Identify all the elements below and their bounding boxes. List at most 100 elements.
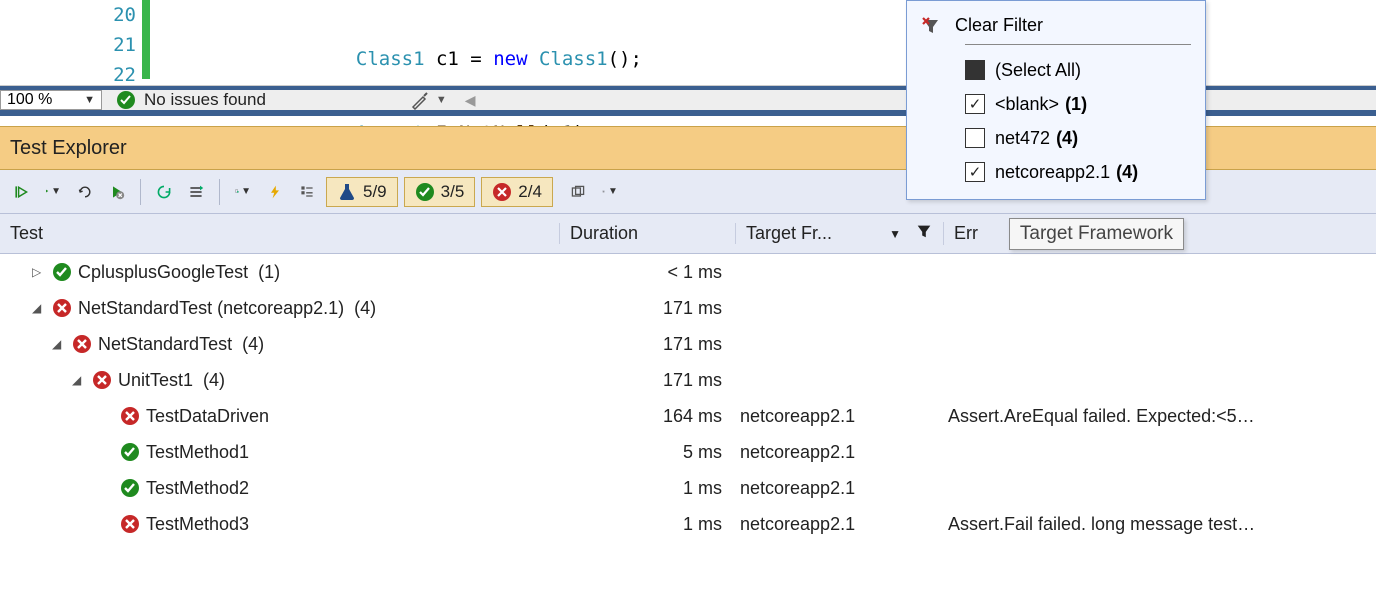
test-name-cell[interactable]: ◢NetStandardTest(4) bbox=[0, 334, 560, 355]
cleanup-button[interactable]: ▼ ◀ bbox=[400, 90, 486, 110]
test-count: (1) bbox=[258, 262, 280, 283]
clear-filter-icon bbox=[921, 16, 941, 36]
test-name: UnitTest1 bbox=[118, 370, 193, 391]
refresh-button[interactable] bbox=[151, 177, 177, 207]
check-circle-icon bbox=[120, 478, 140, 498]
line-gutter: 20 21 22 bbox=[0, 0, 150, 85]
check-circle-icon bbox=[415, 182, 435, 202]
clear-filter-button[interactable]: Clear Filter bbox=[921, 11, 1191, 44]
scroll-left-icon[interactable]: ◀ bbox=[465, 92, 476, 109]
test-name-cell[interactable]: ▷CplusplusGoogleTest(1) bbox=[0, 262, 560, 283]
separator bbox=[140, 179, 141, 205]
column-header-framework[interactable]: Target Fr... ▼ bbox=[736, 222, 944, 245]
test-duration: 171 ms bbox=[560, 334, 736, 355]
filter-opt-count: (1) bbox=[1065, 94, 1087, 115]
test-name: TestMethod3 bbox=[146, 514, 249, 535]
test-duration: 164 ms bbox=[560, 406, 736, 427]
test-duration: 1 ms bbox=[560, 478, 736, 499]
code-line[interactable]: Class1 c1 = new Class1(); bbox=[150, 44, 642, 74]
run-all-button[interactable] bbox=[8, 177, 34, 207]
test-row[interactable]: ▷CplusplusGoogleTest(1)< 1 ms bbox=[0, 254, 1376, 290]
check-circle-icon bbox=[52, 262, 72, 282]
expander-icon[interactable]: ◢ bbox=[52, 337, 66, 351]
debug-lightning-button[interactable] bbox=[262, 177, 288, 207]
test-row[interactable]: TestMethod31 msnetcoreapp2.1Assert.Fail … bbox=[0, 506, 1376, 542]
test-tree[interactable]: ▷CplusplusGoogleTest(1)< 1 ms◢NetStandar… bbox=[0, 254, 1376, 589]
test-error: Assert.AreEqual failed. Expected:<5… bbox=[944, 406, 1376, 427]
cancel-button[interactable] bbox=[104, 177, 130, 207]
summary-pass-pill[interactable]: 3/5 bbox=[404, 177, 476, 207]
test-name-cell[interactable]: TestDataDriven bbox=[0, 406, 560, 427]
filter-opt-label: netcoreapp2.1 bbox=[995, 162, 1110, 183]
checkbox-icon[interactable] bbox=[965, 94, 985, 114]
chevron-down-icon: ▼ bbox=[84, 94, 95, 106]
expander-icon[interactable]: ◢ bbox=[32, 301, 46, 315]
tooltip: Target Framework bbox=[1009, 218, 1184, 250]
test-duration: 1 ms bbox=[560, 514, 736, 535]
test-row[interactable]: TestMethod15 msnetcoreapp2.1 bbox=[0, 434, 1376, 470]
x-circle-icon bbox=[72, 334, 92, 354]
summary-total-pill[interactable]: 5/9 bbox=[326, 177, 398, 207]
windows-button[interactable] bbox=[565, 177, 591, 207]
test-duration: 171 ms bbox=[560, 370, 736, 391]
test-row[interactable]: TestDataDriven 164 msnetcoreapp2.1Assert.… bbox=[0, 398, 1376, 434]
summary-total-text: 5/9 bbox=[363, 182, 387, 202]
test-framework: netcoreapp2.1 bbox=[736, 478, 944, 499]
checkbox-icon[interactable] bbox=[965, 60, 985, 80]
chevron-down-icon[interactable]: ▼ bbox=[889, 227, 901, 241]
filter-opt-count: (4) bbox=[1116, 162, 1138, 183]
checkbox-icon[interactable] bbox=[965, 128, 985, 148]
column-header-duration[interactable]: Duration bbox=[560, 223, 736, 244]
zoom-select[interactable]: 100 % ▼ bbox=[0, 90, 102, 110]
x-circle-icon bbox=[52, 298, 72, 318]
filter-opt-label: net472 bbox=[995, 128, 1050, 149]
run-button[interactable]: ▼ bbox=[40, 177, 66, 207]
zoom-value: 100 % bbox=[7, 91, 52, 109]
filter-opt-netcore[interactable]: netcoreapp2.1 (4) bbox=[965, 155, 1191, 189]
profile-button[interactable]: ▼ bbox=[230, 177, 256, 207]
code-area[interactable]: Class1 c1 = new Class1(); Assert.IsNotNu… bbox=[150, 0, 642, 85]
repeat-button[interactable] bbox=[72, 177, 98, 207]
check-circle-icon bbox=[120, 442, 140, 462]
filter-opt-net472[interactable]: net472 (4) bbox=[965, 121, 1191, 155]
group-by-button[interactable] bbox=[294, 177, 320, 207]
clear-filter-label: Clear Filter bbox=[955, 15, 1043, 36]
summary-pass-text: 3/5 bbox=[441, 182, 465, 202]
test-name-cell[interactable]: TestMethod1 bbox=[0, 442, 560, 463]
summary-fail-pill[interactable]: 2/4 bbox=[481, 177, 553, 207]
test-count: (4) bbox=[203, 370, 225, 391]
test-name-cell[interactable]: ◢NetStandardTest (netcoreapp2.1)(4) bbox=[0, 298, 560, 319]
test-name: NetStandardTest (netcoreapp2.1) bbox=[78, 298, 344, 319]
test-name: TestDataDriven bbox=[146, 406, 269, 427]
filter-popup[interactable]: Clear Filter (Select All) <blank> (1) ne… bbox=[906, 0, 1206, 200]
settings-button[interactable]: ▼ bbox=[597, 177, 623, 207]
test-name: TestMethod1 bbox=[146, 442, 249, 463]
test-row[interactable]: TestMethod21 msnetcoreapp2.1 bbox=[0, 470, 1376, 506]
test-name-cell[interactable]: TestMethod2 bbox=[0, 478, 560, 499]
test-framework: netcoreapp2.1 bbox=[736, 442, 944, 463]
line-number: 21 bbox=[113, 30, 136, 60]
test-row[interactable]: ◢NetStandardTest(4)171 ms bbox=[0, 326, 1376, 362]
test-framework: netcoreapp2.1 bbox=[736, 406, 944, 427]
filter-opt-blank[interactable]: <blank> (1) bbox=[965, 87, 1191, 121]
filter-icon[interactable] bbox=[915, 222, 933, 245]
filter-opt-all[interactable]: (Select All) bbox=[965, 53, 1191, 87]
column-header-test[interactable]: Test bbox=[0, 223, 560, 244]
test-row[interactable]: ◢NetStandardTest (netcoreapp2.1)(4)171 m… bbox=[0, 290, 1376, 326]
separator bbox=[219, 179, 220, 205]
summary-fail-text: 2/4 bbox=[518, 182, 542, 202]
expander-icon[interactable]: ▷ bbox=[32, 265, 46, 279]
test-name-cell[interactable]: TestMethod3 bbox=[0, 514, 560, 535]
filter-options: (Select All) <blank> (1) net472 (4) netc… bbox=[965, 44, 1191, 189]
test-row[interactable]: ◢ UnitTest1 (4) 171 ms bbox=[0, 362, 1376, 398]
x-circle-icon bbox=[120, 406, 140, 426]
expander-icon[interactable]: ◢ bbox=[72, 373, 86, 387]
test-name-cell[interactable]: ◢ UnitTest1 (4) bbox=[0, 370, 560, 391]
x-circle-icon bbox=[492, 182, 512, 202]
checkbox-icon[interactable] bbox=[965, 162, 985, 182]
line-number: 20 bbox=[113, 0, 136, 30]
issues-status[interactable]: No issues found bbox=[102, 90, 280, 110]
chevron-down-icon: ▼ bbox=[436, 94, 447, 106]
playlist-button[interactable] bbox=[183, 177, 209, 207]
change-bar bbox=[142, 0, 150, 79]
